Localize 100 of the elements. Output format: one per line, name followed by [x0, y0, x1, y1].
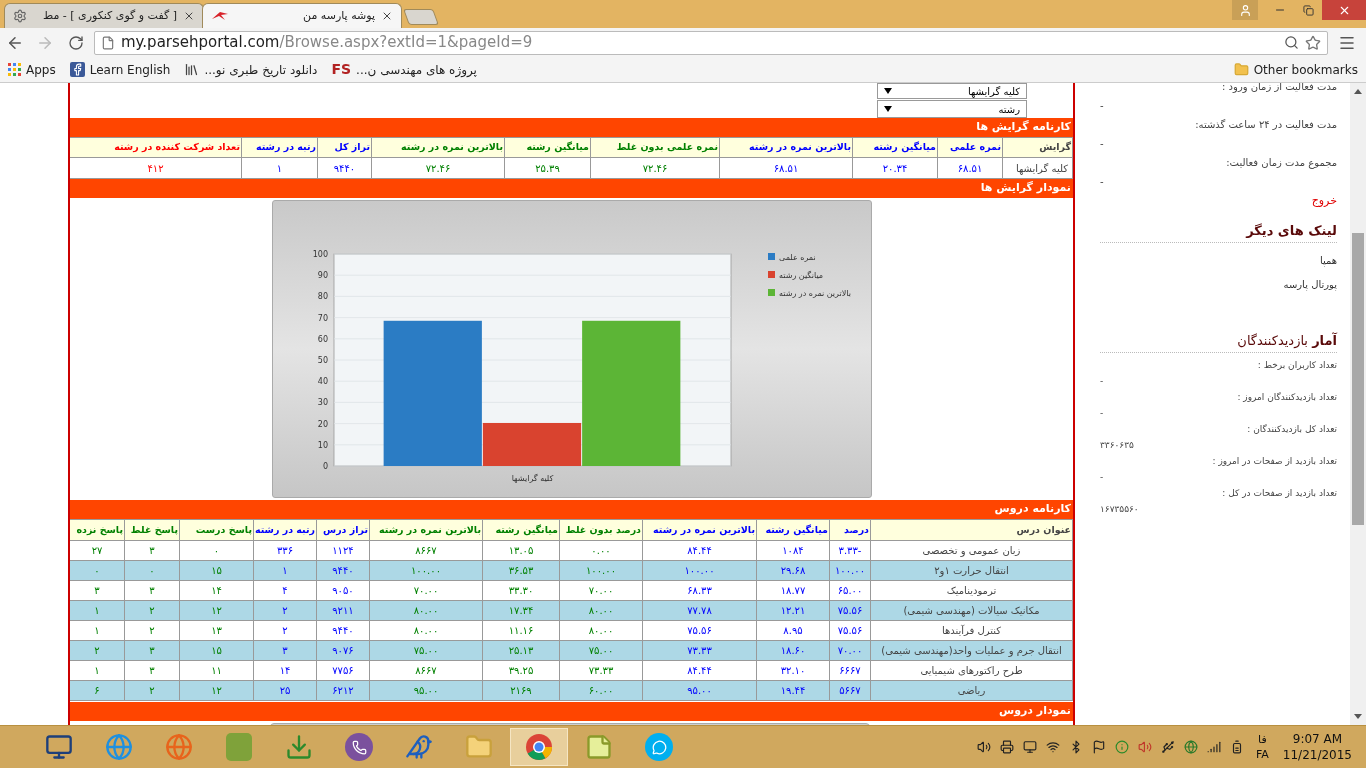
- table-cell: ۷۰.۰۰: [829, 640, 871, 661]
- clock[interactable]: 9:07 AM 11/21/2015: [1282, 731, 1352, 763]
- table-cell: ۵۶۶۷: [829, 680, 871, 701]
- table-cell: ۱: [253, 560, 317, 581]
- bookmark[interactable]: دانلود تاریخ طبری نو...: [184, 60, 318, 79]
- table-cell: ۲: [124, 600, 180, 621]
- select-field[interactable]: رشته: [877, 100, 1027, 118]
- stat-value: -: [1100, 99, 1104, 113]
- column-header: درصد بدون غلط: [559, 519, 643, 541]
- zoom-icon[interactable]: [1284, 35, 1299, 50]
- reload-icon[interactable]: [68, 34, 84, 51]
- table-cell: ۱۰۰.۰۰: [369, 560, 483, 581]
- download-icon: [285, 733, 313, 761]
- table-cell: ۱۳: [179, 620, 254, 641]
- table-cell: ۶۸.۳۳: [642, 580, 757, 601]
- column-header: میانگین رشته: [756, 519, 830, 541]
- tab-title: پوشه پارسه من: [302, 7, 375, 24]
- table-cell: ۲: [124, 680, 180, 701]
- table-cell: ۷۵.۵۶: [829, 620, 871, 641]
- speaker-icon[interactable]: [977, 740, 991, 754]
- table-cell: ۱۸.۷۷: [756, 580, 830, 601]
- section-header: کارنامه دروس: [70, 500, 1073, 519]
- scroll-thumb[interactable]: [1352, 233, 1364, 525]
- stat-value: -: [1100, 375, 1104, 388]
- monitor-icon[interactable]: [1023, 740, 1037, 754]
- table-cell: ۲۵.۳۹: [504, 157, 591, 179]
- tick-label: 50: [317, 356, 328, 365]
- table-cell: ۷۲.۴۶: [590, 157, 720, 179]
- sticky-note-icon: [585, 733, 613, 761]
- table-cell: انتقال جرم و عملیات واحد(مهندسی شیمی): [870, 640, 1073, 661]
- close-icon[interactable]: [183, 10, 195, 22]
- legend-label: نمره علمی: [778, 253, 816, 262]
- browser-tab[interactable]: [ گفت و گوی کنکوری ] - مط: [4, 3, 204, 28]
- table-cell: کلیه گرایشها: [1002, 157, 1073, 179]
- sidebar-link[interactable]: پورتال پارسه: [1283, 275, 1337, 295]
- column-header: میانگین رشته: [504, 137, 591, 158]
- usb-icon[interactable]: [1161, 740, 1175, 754]
- table-cell: کنترل فرآیندها: [870, 620, 1073, 641]
- table-cell: ۲۱۶۹: [482, 680, 560, 701]
- category-label: کلیه گرایشها: [511, 474, 553, 483]
- tick-label: 30: [317, 398, 328, 408]
- table-cell: ۳۶.۵۳: [482, 560, 560, 581]
- url-field[interactable]: my.parsehportal.com/Browse.aspx?extId=1&pageId=9: [94, 30, 1328, 55]
- table-cell: ۸۰.۰۰: [369, 600, 483, 621]
- table-cell: ۸۰.۰۰: [559, 620, 643, 641]
- table-cell: ۱۲: [179, 600, 254, 621]
- table-cell: ۰.۰۰: [559, 540, 643, 561]
- legend-label: بالاترین نمره در رشته: [778, 289, 851, 298]
- table-cell: ۳۳.۳۰: [482, 580, 560, 601]
- logout-link[interactable]: خروج: [1311, 191, 1337, 211]
- new-tab-button[interactable]: [403, 9, 439, 25]
- bookmark-folder[interactable]: Other bookmarks: [1233, 60, 1358, 79]
- table-cell: زبان عمومی و تخصصی: [870, 540, 1073, 561]
- caret-icon: [884, 106, 892, 112]
- star-icon[interactable]: [1305, 34, 1321, 51]
- profile-button[interactable]: [1232, 0, 1258, 20]
- table-cell: ۳۲.۱۰: [756, 660, 830, 681]
- wifi-icon[interactable]: [1046, 740, 1060, 754]
- network-icon[interactable]: [1184, 740, 1198, 754]
- stat-label: مدت فعالیت در ۲۴ ساعت گذشته:: [1194, 118, 1337, 132]
- battery-icon[interactable]: [1230, 740, 1244, 754]
- table-cell: ۷۷.۷۸: [642, 600, 757, 621]
- table-cell: ۹۵.۰۰: [369, 680, 483, 701]
- scroll-down-icon[interactable]: [1354, 714, 1362, 719]
- table-cell: ۲: [253, 600, 317, 621]
- column-header: تراز کل: [317, 137, 372, 158]
- table-cell: ۸۶۶۷: [369, 540, 483, 561]
- scrollbar[interactable]: [1350, 83, 1366, 725]
- scroll-up-icon[interactable]: [1354, 89, 1362, 94]
- gear-icon: [13, 9, 27, 23]
- globe-icon: [165, 733, 193, 761]
- taskbar-app[interactable]: [510, 728, 568, 766]
- bookmark[interactable]: Learn English: [69, 60, 171, 79]
- table-cell: ۳۹.۲۵: [482, 660, 560, 681]
- browser-tab[interactable]: پوشه پارسه من: [202, 3, 402, 28]
- flag-icon[interactable]: [1092, 740, 1106, 754]
- tick-label: 10: [317, 440, 328, 450]
- info-icon[interactable]: [1115, 740, 1129, 754]
- table-cell: ۸۰.۰۰: [559, 600, 643, 621]
- signal-icon[interactable]: [1207, 740, 1221, 754]
- monitor-icon: [45, 733, 73, 761]
- column-header: تعداد شرکت کننده در رشته: [70, 137, 242, 158]
- sidebar-link[interactable]: همپا: [1319, 251, 1337, 271]
- table-cell: ۶۰.۰۰: [559, 680, 643, 701]
- table-cell: مکانیک سیالات (مهندسی شیمی): [870, 600, 1073, 621]
- table-cell: انتقال حرارت ۱و۲: [870, 560, 1073, 581]
- table-cell: ۱۰۸۴: [756, 540, 830, 561]
- close-button[interactable]: [1322, 0, 1366, 20]
- table-cell: ۸۴.۴۴: [642, 660, 757, 681]
- tick-label: 0: [322, 462, 328, 471]
- globe-icon: [105, 733, 133, 761]
- stat-label: تعداد بازدید از صفحات در امروز :: [1211, 455, 1337, 468]
- books-icon: [184, 62, 200, 77]
- table-cell: ۲۵.۱۳: [482, 640, 560, 661]
- select-field[interactable]: کلیه گرایشها: [877, 83, 1027, 99]
- stat-label: تعداد کل بازدیدکنندگان :: [1246, 423, 1337, 436]
- close-icon[interactable]: [381, 10, 393, 22]
- stat-label: تعداد بازدیدکنندگان امروز :: [1236, 391, 1337, 404]
- bookmark[interactable]: Apps: [8, 60, 56, 79]
- printer-icon[interactable]: [1000, 740, 1014, 754]
